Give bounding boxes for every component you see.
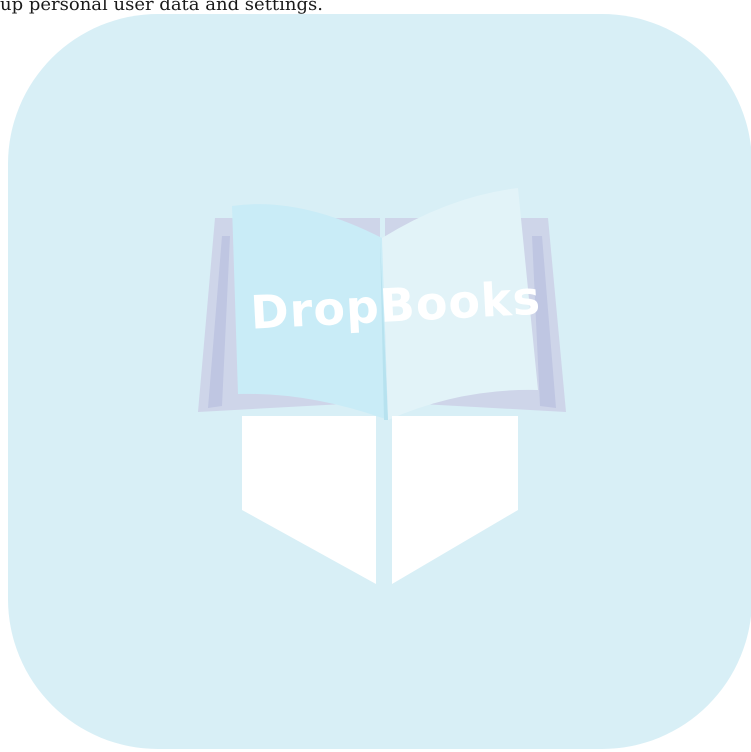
dropbooks-logo: DropBooks <box>198 188 566 584</box>
open-book-icon <box>198 188 566 584</box>
